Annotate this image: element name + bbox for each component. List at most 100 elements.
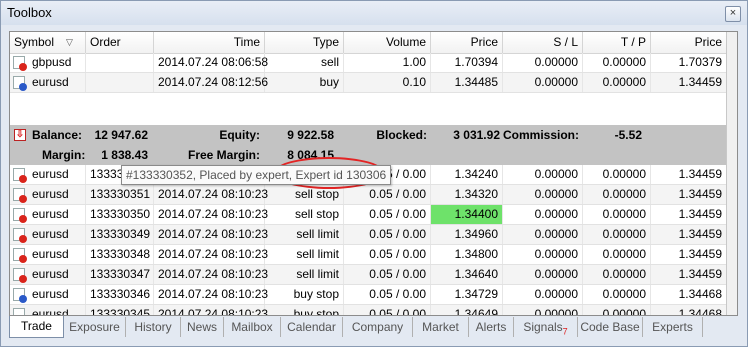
tab-experts[interactable]: Experts [643, 317, 703, 337]
tab-history[interactable]: History [126, 317, 181, 337]
tab-label: News [186, 320, 217, 334]
cell-time: 2014.07.24 08:10:23 [154, 285, 268, 304]
cell-text: 0.00000 [534, 287, 578, 301]
position-row[interactable]: eurusd 2014.07.24 08:12:56 buy 0.10 1.34485 0… [10, 73, 727, 93]
tab-mailbox[interactable]: Mailbox [224, 317, 281, 337]
order-row[interactable]: eurusd 133330345 2014.07.24 08:10:23 buy st… [10, 305, 727, 316]
cell-sl: 0.00000 [503, 245, 583, 264]
tab-label: Experts [652, 320, 693, 334]
cell-text: 0.00000 [534, 307, 578, 316]
cell-order: 133330348 [86, 245, 154, 264]
margin-value: 1 838.43 [101, 148, 148, 162]
free-margin-label: Free Margin: [187, 148, 260, 162]
buy-order-icon [13, 288, 27, 303]
cell-tp: 0.00000 [583, 165, 651, 184]
cell-order: 133330351 [86, 185, 154, 204]
cell-cur: 1.34459 [651, 225, 727, 244]
cell-text: 0.05 / 0.00 [369, 187, 426, 201]
cell-cur: 1.34459 [651, 165, 727, 184]
cell-volume: 0.05 / 0.00 [344, 285, 431, 304]
cell-text: 0.05 / 0.00 [369, 307, 426, 316]
column-header-type[interactable]: Type [265, 32, 344, 53]
toolbox-window: Toolbox × Symbol ▽ Order Time Type Volume Pric… [0, 0, 748, 347]
equity-value: 9 922.58 [287, 128, 334, 142]
cell-text: buy [319, 75, 339, 89]
cell-text: 1.34960 [454, 227, 498, 241]
cell-type: buy stop [265, 285, 344, 304]
cell-text: 0.05 / 0.00 [369, 207, 426, 221]
tab-calendar[interactable]: Calendar [281, 317, 343, 337]
column-header-order[interactable]: Order [86, 32, 154, 53]
cell-type: sell limit [265, 245, 344, 264]
column-header-label: Symbol [14, 35, 55, 49]
tab-market[interactable]: Market [413, 317, 469, 337]
tab-code-base[interactable]: Code Base [578, 317, 643, 337]
cell-text: gbpusd [32, 55, 72, 69]
order-row[interactable]: eurusd 133330350 2014.07.24 08:10:23 sell s… [10, 205, 727, 225]
cell-order: 133330347 [86, 265, 154, 284]
window-title: Toolbox [7, 5, 52, 20]
tab-news[interactable]: News [181, 317, 224, 337]
blocked-value: 3 031.92 [453, 128, 500, 142]
cell-symbol: eurusd [10, 73, 86, 92]
column-header-label: S / L [553, 35, 578, 49]
column-header-sl[interactable]: S / L [503, 32, 583, 53]
cell-cur: 1.34459 [651, 205, 727, 224]
tab-label: Exposure [69, 320, 120, 334]
cell-type: sell stop [265, 205, 344, 224]
cell-cur: 1.70379 [651, 53, 727, 72]
cell-text: sell limit [296, 247, 339, 261]
cell-text: 1.34240 [454, 167, 498, 181]
cell-sl: 0.00000 [503, 285, 583, 304]
cell-text: 1.34320 [454, 187, 498, 201]
order-row[interactable]: eurusd 133330351 2014.07.24 08:10:23 sell s… [10, 185, 727, 205]
cell-tp: 0.00000 [583, 265, 651, 284]
order-row[interactable]: eurusd 133330346 2014.07.24 08:10:23 buy st… [10, 285, 727, 305]
cell-type: sell limit [265, 265, 344, 284]
close-button[interactable]: × [725, 6, 741, 22]
order-row[interactable]: eurusd 133330349 2014.07.24 08:10:23 sell l… [10, 225, 727, 245]
blocked-label: Blocked: [376, 128, 427, 142]
cell-text: 0.00000 [534, 55, 578, 69]
order-row[interactable]: eurusd 133330347 2014.07.24 08:10:23 sell l… [10, 265, 727, 285]
cell-tp: 0.00000 [583, 305, 651, 315]
cell-text: 133330348 [90, 247, 151, 261]
column-header-volume[interactable]: Volume [344, 32, 431, 53]
equity-label: Equity: [219, 128, 260, 142]
cell-price: 1.34485 [431, 73, 503, 92]
tab-signals[interactable]: Signals7 [514, 317, 578, 337]
cell-volume: 0.05 / 0.00 [344, 185, 431, 204]
column-header-tp[interactable]: T / P [583, 32, 651, 53]
sort-icon: ▽ [66, 37, 73, 47]
cell-order: 133330349 [86, 225, 154, 244]
cell-text: 0.00000 [534, 247, 578, 261]
column-header-price[interactable]: Price [431, 32, 503, 53]
cell-text: 1.34459 [678, 267, 722, 281]
order-row[interactable]: eurusd 133330348 2014.07.24 08:10:23 sell l… [10, 245, 727, 265]
vertical-scrollbar[interactable] [726, 32, 737, 315]
tab-label: Company [351, 320, 404, 334]
column-header-cur[interactable]: Price [651, 32, 727, 53]
cell-time: 2014.07.24 08:06:58 [154, 53, 268, 72]
cell-symbol: eurusd [10, 165, 86, 184]
column-header-time[interactable]: Time [154, 32, 265, 53]
column-header-symbol[interactable]: Symbol ▽ [10, 32, 86, 53]
cell-price: 1.34640 [431, 265, 503, 284]
cell-text: 133330346 [90, 287, 151, 301]
cell-text: 133330349 [90, 227, 151, 241]
cell-tp: 0.00000 [583, 73, 651, 92]
cell-text: 133330350 [90, 207, 151, 221]
tab-exposure[interactable]: Exposure [64, 317, 126, 337]
cell-tp: 0.00000 [583, 205, 651, 224]
tab-trade[interactable]: Trade [9, 316, 64, 338]
tab-alerts[interactable]: Alerts [469, 317, 514, 337]
cell-text: 1.00 [402, 55, 426, 69]
cell-text: sell limit [296, 227, 339, 241]
cell-text: eurusd [32, 287, 69, 301]
tab-company[interactable]: Company [343, 317, 413, 337]
buy-order-icon [13, 76, 27, 91]
cell-time: 2014.07.24 08:12:56 [154, 73, 268, 92]
position-row[interactable]: gbpusd 2014.07.24 08:06:58 sell 1.00 1.70394… [10, 53, 727, 73]
cell-text: 0.00000 [602, 267, 646, 281]
cell-text: 0.00000 [534, 75, 578, 89]
